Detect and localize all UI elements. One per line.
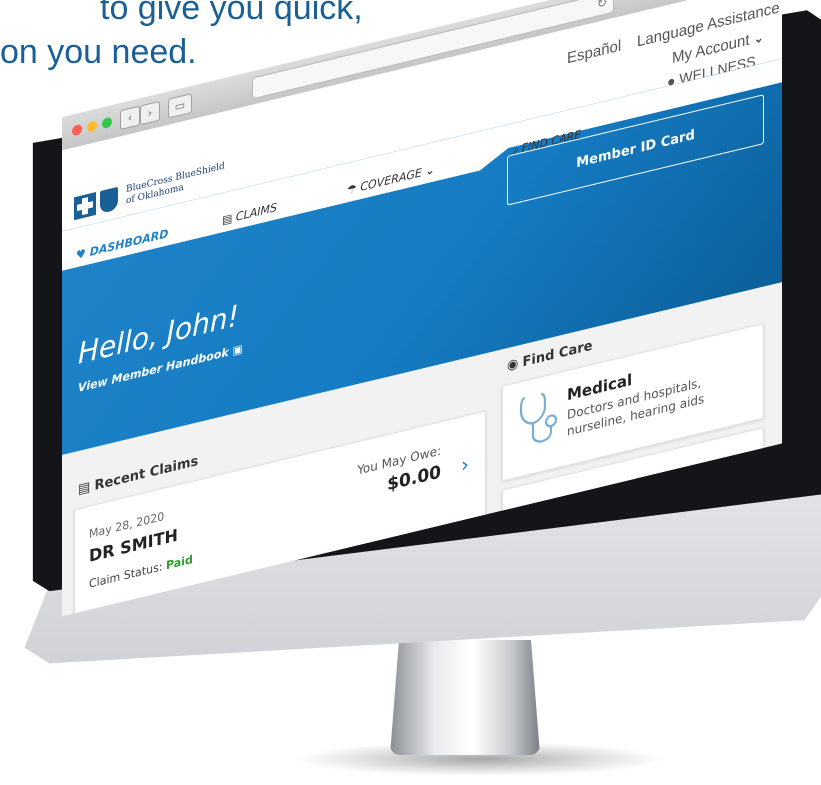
zoom-window-button[interactable] bbox=[102, 116, 112, 130]
chevron-down-icon: ⌄ bbox=[425, 162, 435, 179]
close-window-button[interactable] bbox=[72, 123, 82, 137]
marketing-page: { "tagline": { "line1": "to give you qui… bbox=[0, 0, 821, 785]
chevron-right-icon[interactable]: › bbox=[461, 451, 469, 478]
document-icon: ▤ bbox=[222, 211, 233, 228]
blue-shield-icon bbox=[100, 186, 118, 214]
stethoscope-icon bbox=[519, 392, 558, 443]
chevron-down-icon: ⌄ bbox=[753, 29, 764, 47]
heart-icon: ♥ bbox=[76, 246, 86, 263]
monitor: ‹ › ▭ ↻ ⇪ ⧉ + Español Language Assistanc… bbox=[0, 0, 821, 785]
claim-status-label: Claim Status: bbox=[89, 559, 163, 591]
medical-description: Doctors and hospitals, nurseline, hearin… bbox=[567, 375, 705, 439]
forward-button[interactable]: › bbox=[140, 100, 160, 126]
pdf-icon: ▣ bbox=[232, 341, 243, 358]
sidebar-icon[interactable]: ▭ bbox=[168, 93, 192, 119]
find-care-icon: ◉ bbox=[507, 355, 519, 375]
umbrella-icon: ☂ bbox=[347, 181, 357, 198]
minimize-window-button[interactable] bbox=[87, 120, 97, 133]
claim-status-value: Paid bbox=[166, 552, 193, 573]
espanol-link[interactable]: Español bbox=[567, 37, 621, 68]
reload-icon[interactable]: ↻ bbox=[597, 0, 607, 11]
document-icon: ▤ bbox=[78, 479, 91, 498]
back-button[interactable]: ‹ bbox=[120, 105, 140, 131]
